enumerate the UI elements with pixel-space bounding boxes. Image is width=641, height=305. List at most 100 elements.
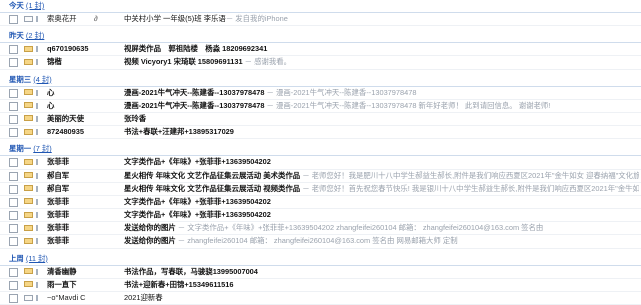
mail-sender[interactable]: 张菲菲 bbox=[47, 156, 122, 168]
mail-subject[interactable]: 漫画-2021牛气冲天--陈建香--13037978478 bbox=[124, 101, 264, 110]
checkbox-icon[interactable] bbox=[9, 45, 18, 55]
mail-subject[interactable]: 发送给你的图片 bbox=[124, 236, 176, 245]
mail-subject-line[interactable]: 文字类作品+《年味》+张菲菲+13639504202 bbox=[124, 156, 639, 168]
flag-icon[interactable] bbox=[36, 46, 38, 53]
group-count[interactable]: (1 封) bbox=[26, 1, 44, 10]
mail-row[interactable]: 郝自军 星火相传 年味文化 文艺作品征集云展活动 美术类作品 － 老师您好！我是肥… bbox=[0, 170, 641, 183]
group-header[interactable]: 今天 (1 封) bbox=[0, 0, 641, 13]
checkbox-icon[interactable] bbox=[9, 58, 18, 68]
mail-row[interactable]: 锦楷 视频 Vicyory1 宋琦联 15809691131 － 感谢我看。 bbox=[0, 56, 641, 70]
flag-icon[interactable] bbox=[36, 198, 38, 205]
mail-subject-line[interactable]: 星火相传 年味文化 文艺作品征集云展活动 美术类作品 － 老师您好！我是肥川十八… bbox=[124, 170, 639, 182]
flag-icon[interactable] bbox=[36, 268, 38, 275]
mail-row[interactable]: 张菲菲 文字类作品+《年味》+张菲菲+13639504202 bbox=[0, 196, 641, 210]
flag-icon[interactable] bbox=[36, 225, 38, 232]
mail-subject[interactable]: 视频 Vicyory1 宋琦联 15809691131 bbox=[124, 57, 243, 66]
mail-subject[interactable]: 书法+春联+汪建邦+13895317029 bbox=[124, 127, 234, 136]
mail-sender[interactable]: 张菲菲 bbox=[47, 235, 122, 247]
mail-row[interactable]: 郝自军 星火相传 年味文化 文艺作品征集云展活动 视频类作品 － 老师您好！首先祝… bbox=[0, 183, 641, 196]
checkbox-icon[interactable] bbox=[9, 15, 18, 24]
mail-subject[interactable]: 星火相传 年味文化 文艺作品征集云展活动 美术类作品 bbox=[124, 171, 300, 180]
mail-subject-line[interactable]: 文字类作品+《年味》+张菲菲+13639504202 bbox=[124, 196, 639, 208]
flag-icon[interactable] bbox=[36, 185, 38, 192]
mail-sender[interactable]: q670190635 bbox=[47, 43, 122, 55]
mail-subject[interactable]: 漫画-2021牛气冲天--陈建香--13037978478 bbox=[124, 88, 264, 97]
mail-row[interactable]: 清香幽静 书法作品，写春联，马骏骁13995007004 bbox=[0, 266, 641, 279]
checkbox-icon[interactable] bbox=[9, 158, 18, 168]
mail-subject-line[interactable]: 视屏类作品 郭祖陆楼 杨淼 18209692341 bbox=[124, 43, 639, 55]
flag-icon[interactable] bbox=[36, 16, 38, 22]
checkbox-icon[interactable] bbox=[9, 197, 18, 207]
group-header[interactable]: 星期三 (4 封) bbox=[0, 74, 641, 87]
group-header[interactable]: 上周 (11 封) bbox=[0, 253, 641, 266]
flag-icon[interactable] bbox=[36, 281, 38, 288]
checkbox-icon[interactable] bbox=[9, 294, 18, 303]
group-header[interactable]: 星期一 (7 封) bbox=[0, 143, 641, 157]
mail-sender[interactable]: 雨一直下 bbox=[47, 279, 122, 291]
mail-row[interactable]: 张菲菲 文字类作品+《年味》+张菲菲+13639504202 bbox=[0, 209, 641, 223]
mail-subject[interactable]: 文字类作品+《年味》+张菲菲+13639504202 bbox=[124, 210, 271, 219]
mail-subject-line[interactable]: 书法作品，写春联，马骏骁13995007004 bbox=[124, 266, 639, 278]
mail-subject-line[interactable]: 发送给你的图片 － 文字类作品+《年味》+张菲菲+13639504202 zha… bbox=[124, 222, 639, 234]
mail-row[interactable]: q670190635 视屏类作品 郭祖陆楼 杨淼 18209692341 bbox=[0, 43, 641, 57]
mail-subject[interactable]: 视屏类作品 郭祖陆楼 杨淼 18209692341 bbox=[124, 44, 267, 53]
mail-subject-line[interactable]: 书法+迎新春+田锦+15349611516 bbox=[124, 279, 639, 291]
checkbox-icon[interactable] bbox=[9, 280, 18, 290]
mail-subject[interactable]: 文字类作品+《年味》+张菲菲+13639504202 bbox=[124, 157, 271, 166]
group-count[interactable]: (11 封) bbox=[26, 254, 48, 263]
group-header[interactable]: 昨天 (2 封) bbox=[0, 30, 641, 44]
mail-sender[interactable]: 锦楷 bbox=[47, 56, 122, 68]
mail-sender[interactable]: 美丽的天使 bbox=[47, 113, 122, 125]
mail-row[interactable]: 张菲菲 文字类作品+《年味》+张菲菲+13639504202 bbox=[0, 156, 641, 170]
group-count[interactable]: (7 封) bbox=[33, 144, 51, 153]
mail-subject[interactable]: 文字类作品+《年味》+张菲菲+13639504202 bbox=[124, 197, 271, 206]
mail-row[interactable]: ~o°Mavdi C 2021迎新春 bbox=[0, 292, 641, 305]
flag-icon[interactable] bbox=[36, 59, 38, 66]
mail-subject[interactable]: 2021迎新春 bbox=[124, 293, 163, 302]
flag-icon[interactable] bbox=[36, 238, 38, 245]
mail-subject[interactable]: 张玲香 bbox=[124, 114, 146, 123]
group-count[interactable]: (4 封) bbox=[33, 75, 51, 84]
flag-icon[interactable] bbox=[36, 159, 38, 166]
mail-subject-line[interactable]: 视频 Vicyory1 宋琦联 15809691131 － 感谢我看。 bbox=[124, 56, 639, 68]
checkbox-icon[interactable] bbox=[9, 267, 18, 277]
mail-subject-line[interactable]: 文字类作品+《年味》+张菲菲+13639504202 bbox=[124, 209, 639, 221]
mail-sender[interactable]: 清香幽静 bbox=[47, 266, 122, 278]
flag-icon[interactable] bbox=[36, 129, 38, 136]
mail-sender[interactable]: 心 bbox=[47, 87, 122, 99]
flag-icon[interactable] bbox=[36, 89, 38, 96]
checkbox-icon[interactable] bbox=[9, 237, 18, 247]
mail-row[interactable]: 雨一直下 书法+迎新春+田锦+15349611516 bbox=[0, 279, 641, 292]
mail-row[interactable]: 张菲菲 发送给你的图片 － 文字类作品+《年味》+张菲菲+13639504202 … bbox=[0, 222, 641, 236]
mail-subject[interactable]: 书法作品，写春联，马骏骁13995007004 bbox=[124, 267, 258, 276]
mail-subject[interactable]: 书法+迎新春+田锦+15349611516 bbox=[124, 280, 234, 289]
mail-sender[interactable]: ~o°Mavdi C bbox=[47, 292, 122, 304]
mail-subject-line[interactable]: 漫画-2021牛气冲天--陈建香--13037978478 － 漫画-2021牛… bbox=[124, 100, 639, 112]
mail-sender[interactable]: 张菲菲 bbox=[47, 222, 122, 234]
mail-subject-line[interactable]: 发送给你的图片 － zhangfeifei260104 邮箱： zhangfei… bbox=[124, 235, 639, 247]
checkbox-icon[interactable] bbox=[9, 114, 18, 124]
mail-sender[interactable]: 心 bbox=[47, 100, 122, 112]
mail-sender[interactable]: 郝自军 bbox=[47, 183, 122, 195]
mail-subject[interactable]: 中关村小学 一年级(5)班 李乐语 bbox=[124, 14, 226, 23]
mail-subject-line[interactable]: 漫画-2021牛气冲天--陈建香--13037978478 － 漫画-2021牛… bbox=[124, 87, 639, 99]
mail-subject-line[interactable]: 星火相传 年味文化 文艺作品征集云展活动 视频类作品 － 老师您好！首先祝您春节… bbox=[124, 183, 639, 195]
checkbox-icon[interactable] bbox=[9, 171, 18, 181]
mail-sender[interactable]: 张菲菲 bbox=[47, 196, 122, 208]
mail-sender[interactable]: 郝自军 bbox=[47, 170, 122, 182]
mail-subject-line[interactable]: 张玲香 bbox=[124, 113, 639, 125]
mail-sender[interactable]: 索奥花开 bbox=[47, 13, 122, 25]
checkbox-icon[interactable] bbox=[9, 88, 18, 98]
checkbox-icon[interactable] bbox=[9, 224, 18, 234]
mail-subject-line[interactable]: 2021迎新春 bbox=[124, 292, 639, 304]
flag-icon[interactable] bbox=[36, 102, 38, 109]
mail-subject[interactable]: 发送给你的图片 bbox=[124, 223, 176, 232]
checkbox-icon[interactable] bbox=[9, 211, 18, 221]
checkbox-icon[interactable] bbox=[9, 128, 18, 138]
flag-icon[interactable] bbox=[36, 212, 38, 219]
mail-row[interactable]: 心漫画-2021牛气冲天--陈建香--13037978478 － 漫画-2021… bbox=[0, 100, 641, 113]
mail-row[interactable]: 张菲菲 发送给你的图片 － zhangfeifei260104 邮箱： zhang… bbox=[0, 235, 641, 249]
mail-sender[interactable]: 张菲菲 bbox=[47, 209, 122, 221]
flag-icon[interactable] bbox=[36, 115, 38, 122]
mail-sender[interactable]: 872480935 bbox=[47, 126, 122, 138]
